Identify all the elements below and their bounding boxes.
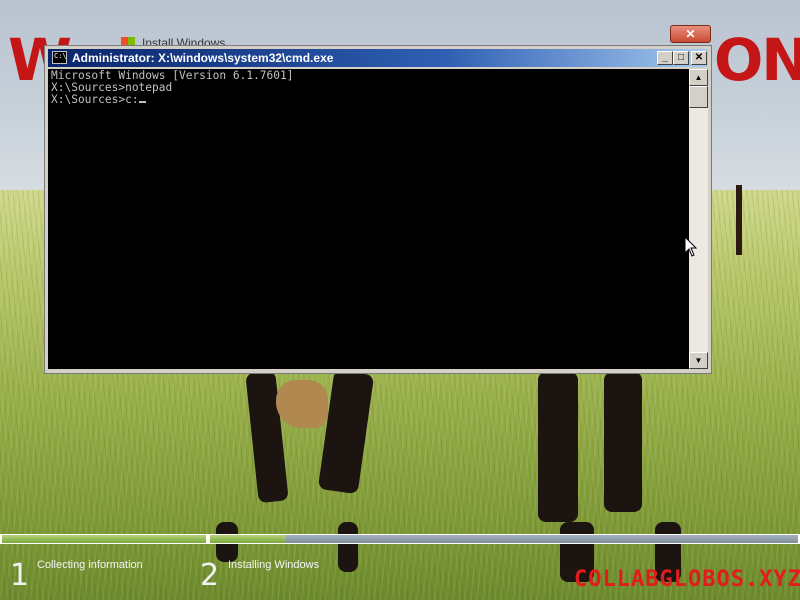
cmd-window-title: Administrator: X:\windows\system32\cmd.e…	[72, 51, 334, 65]
close-button[interactable]: ✕	[691, 51, 707, 65]
maximize-button[interactable]: □	[673, 51, 689, 65]
horse-leg	[338, 522, 358, 572]
progress-segment-installing-fill	[210, 535, 286, 543]
scrollbar-thumb[interactable]	[689, 86, 708, 108]
step-number: 2	[200, 558, 220, 593]
horse-tail	[736, 185, 742, 255]
horse-leg	[538, 372, 578, 522]
vertical-scrollbar[interactable]: ▲ ▼	[689, 69, 708, 369]
scroll-down-button[interactable]: ▼	[689, 352, 708, 369]
step-label: Collecting information	[37, 559, 143, 571]
mouse-pointer-icon	[684, 236, 698, 257]
horse-leg	[604, 372, 642, 512]
minimize-button[interactable]: _	[657, 51, 673, 65]
console-prompt-line: X:\Sources>c:	[51, 94, 686, 106]
progress-segment-installing	[210, 535, 798, 543]
step-number: 1	[10, 558, 30, 593]
horse-leg-highlight	[276, 380, 328, 428]
console-output[interactable]: Microsoft Windows [Version 6.1.7601] X:\S…	[48, 69, 689, 369]
console-prompt: X:\Sources>c:	[51, 93, 139, 106]
console-line: X:\Sources>notepad	[51, 81, 173, 94]
text-cursor	[138, 101, 146, 103]
cmd-icon[interactable]	[52, 51, 67, 64]
scroll-up-button[interactable]: ▲	[689, 69, 708, 86]
install-progress-bar	[0, 534, 800, 544]
watermark: COLLABGLOBOS.XYZ	[574, 567, 800, 592]
step-label: Installing Windows	[228, 559, 320, 571]
brand-text-right: ON	[714, 26, 800, 94]
cmd-titlebar[interactable]: Administrator: X:\windows\system32\cmd.e…	[48, 49, 708, 67]
install-close-button[interactable]: ✕	[670, 25, 711, 43]
progress-segment-collecting	[2, 535, 206, 543]
cmd-window: Administrator: X:\windows\system32\cmd.e…	[44, 45, 712, 374]
